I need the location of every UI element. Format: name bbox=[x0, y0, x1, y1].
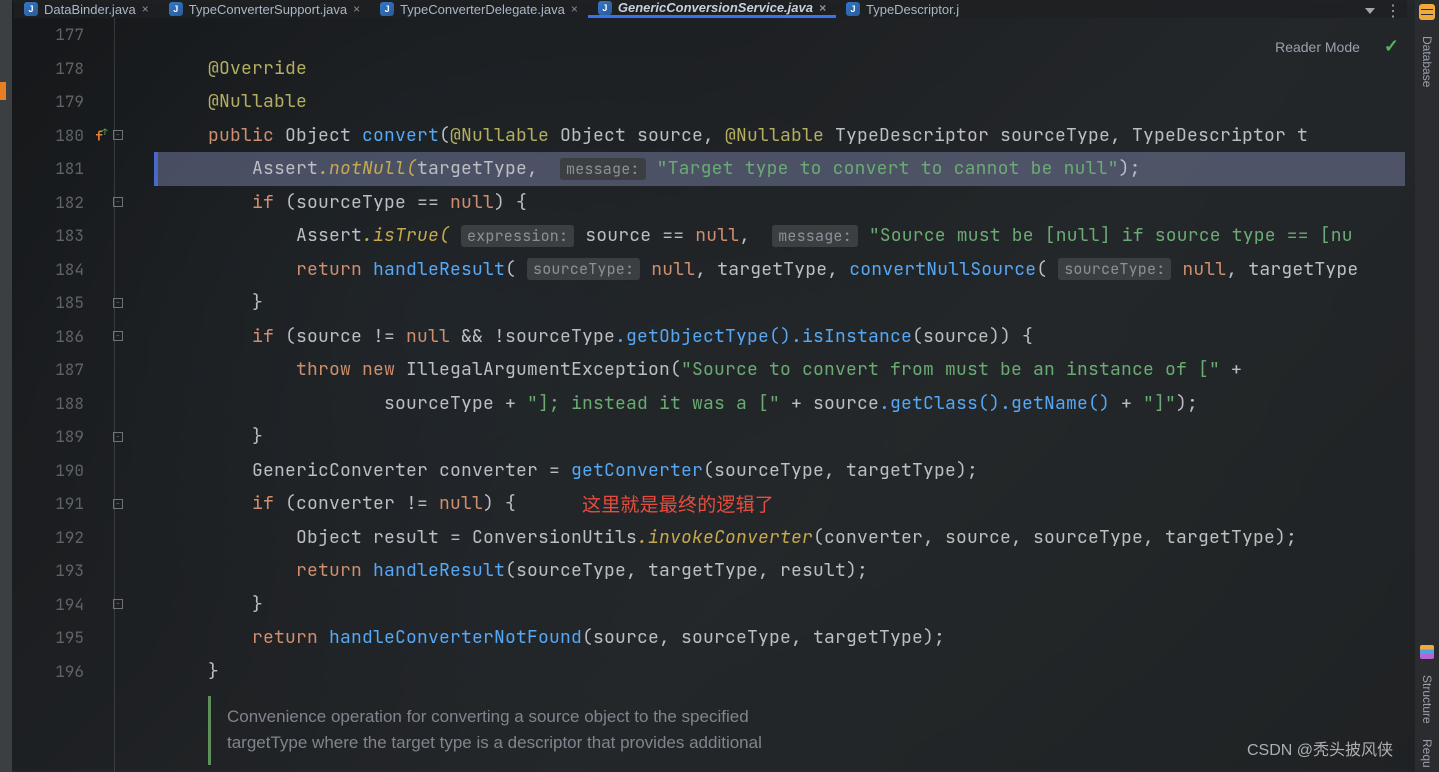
java-file-icon bbox=[846, 2, 860, 16]
line-number: 180 bbox=[14, 125, 92, 146]
code-line: if (source != null && !sourceType.getObj… bbox=[158, 320, 1405, 354]
reader-mode-toggle[interactable]: Reader Mode bbox=[1275, 39, 1360, 55]
watermark: CSDN @秃头披风侠 bbox=[1247, 736, 1393, 760]
annotation-comment: 这里就是最终的逻辑了 bbox=[582, 490, 774, 517]
database-icon[interactable] bbox=[1419, 4, 1435, 20]
checkmark-icon[interactable]: ✓ bbox=[1384, 36, 1399, 57]
fold-toggle[interactable]: − bbox=[110, 599, 126, 609]
requests-tool-label[interactable]: Requ bbox=[1420, 739, 1434, 768]
code-line: return handleConverterNotFound(source, s… bbox=[158, 621, 1405, 655]
line-number: 179 bbox=[14, 91, 92, 112]
tab-label: GenericConversionService.java bbox=[618, 0, 813, 15]
close-icon[interactable]: × bbox=[142, 2, 149, 16]
line-number: 191 bbox=[14, 493, 92, 514]
line-number: 194 bbox=[14, 594, 92, 615]
java-file-icon bbox=[169, 2, 183, 16]
doc-line: Convenience operation for converting a s… bbox=[227, 704, 1373, 730]
chevron-down-icon[interactable] bbox=[1365, 8, 1375, 14]
code-line: } bbox=[158, 655, 1405, 689]
code-line bbox=[158, 18, 1405, 52]
code-line: @Override bbox=[158, 52, 1405, 86]
code-line: throw new IllegalArgumentException("Sour… bbox=[158, 353, 1405, 387]
left-edge bbox=[0, 0, 12, 772]
right-toolbar: Database Structure Requ bbox=[1415, 0, 1439, 772]
override-gutter-icon[interactable]: f↑ bbox=[92, 126, 110, 144]
code-line: } bbox=[158, 588, 1405, 622]
line-number: 182 bbox=[14, 192, 92, 213]
doc-line: targetType where the target type is a de… bbox=[227, 730, 1373, 756]
line-number: 177 bbox=[14, 24, 92, 45]
javadoc-preview: Convenience operation for converting a s… bbox=[208, 696, 1389, 765]
tab-label: TypeConverterDelegate.java bbox=[400, 2, 565, 17]
database-tool-label[interactable]: Database bbox=[1420, 36, 1434, 87]
line-number: 187 bbox=[14, 359, 92, 380]
line-number: 188 bbox=[14, 393, 92, 414]
tab-label: TypeConverterSupport.java bbox=[189, 2, 347, 17]
code-line: sourceType + "]; instead it was a [" + s… bbox=[158, 387, 1405, 421]
fold-toggle[interactable]: − bbox=[110, 130, 126, 140]
gutter: 177 178 179 180f↑− 181 182− 183 184 185−… bbox=[14, 18, 134, 772]
java-file-icon bbox=[380, 2, 394, 16]
tab-genericconversionservice[interactable]: GenericConversionService.java × bbox=[588, 0, 836, 18]
line-number: 178 bbox=[14, 58, 92, 79]
line-number: 195 bbox=[14, 627, 92, 648]
code-line: if (converter != null) { 这里就是最终的逻辑了 bbox=[158, 487, 1405, 521]
line-number: 193 bbox=[14, 560, 92, 581]
code-line: GenericConverter converter = getConverte… bbox=[158, 454, 1405, 488]
tab-typedescriptor[interactable]: TypeDescriptor.j bbox=[836, 0, 969, 18]
fold-toggle[interactable]: − bbox=[110, 432, 126, 442]
code-line: return handleResult( sourceType: null, t… bbox=[158, 253, 1405, 287]
line-number: 184 bbox=[14, 259, 92, 280]
close-icon[interactable]: × bbox=[353, 2, 360, 16]
structure-icon[interactable] bbox=[1420, 645, 1434, 659]
tab-typeconverterdelegate[interactable]: TypeConverterDelegate.java × bbox=[370, 0, 588, 18]
line-number: 190 bbox=[14, 460, 92, 481]
code-editor[interactable]: @Override @Nullable public Object conver… bbox=[158, 18, 1405, 772]
close-icon[interactable]: × bbox=[819, 1, 826, 15]
bookmark-indicator[interactable] bbox=[0, 82, 6, 100]
code-line: } bbox=[158, 420, 1405, 454]
code-line: @Nullable bbox=[158, 85, 1405, 119]
tab-label: DataBinder.java bbox=[44, 2, 136, 17]
structure-tool-label[interactable]: Structure bbox=[1420, 675, 1434, 724]
fold-toggle[interactable]: − bbox=[110, 197, 126, 207]
fold-toggle[interactable]: − bbox=[110, 331, 126, 341]
code-line: Assert.isTrue( expression: source == nul… bbox=[158, 219, 1405, 253]
code-line: Object result = ConversionUtils.invokeCo… bbox=[158, 521, 1405, 555]
tab-databinder[interactable]: DataBinder.java × bbox=[14, 0, 159, 18]
line-number: 189 bbox=[14, 426, 92, 447]
tab-label: TypeDescriptor.j bbox=[866, 2, 959, 17]
close-icon[interactable]: × bbox=[571, 2, 578, 16]
more-icon[interactable]: ⋮ bbox=[1385, 4, 1401, 18]
line-number: 196 bbox=[14, 661, 92, 682]
tab-typeconvertersupport[interactable]: TypeConverterSupport.java × bbox=[159, 0, 370, 18]
editor-tabs: DataBinder.java × TypeConverterSupport.j… bbox=[14, 0, 1407, 18]
line-number: 186 bbox=[14, 326, 92, 347]
code-line: return handleResult(sourceType, targetTy… bbox=[158, 554, 1405, 588]
line-number: 181 bbox=[14, 158, 92, 179]
code-line: if (sourceType == null) { bbox=[158, 186, 1405, 220]
line-number: 183 bbox=[14, 225, 92, 246]
code-line-highlighted: Assert.notNull(targetType, message: "Tar… bbox=[158, 152, 1405, 186]
line-number: 185 bbox=[14, 292, 92, 313]
code-line: } bbox=[158, 286, 1405, 320]
java-file-icon bbox=[24, 2, 38, 16]
code-line: public Object convert(@Nullable Object s… bbox=[158, 119, 1405, 153]
line-number: 192 bbox=[14, 527, 92, 548]
editor-top-right: Reader Mode ✓ bbox=[1275, 36, 1399, 57]
fold-toggle[interactable]: − bbox=[110, 499, 126, 509]
fold-toggle[interactable]: − bbox=[110, 298, 126, 308]
java-file-icon bbox=[598, 1, 612, 15]
